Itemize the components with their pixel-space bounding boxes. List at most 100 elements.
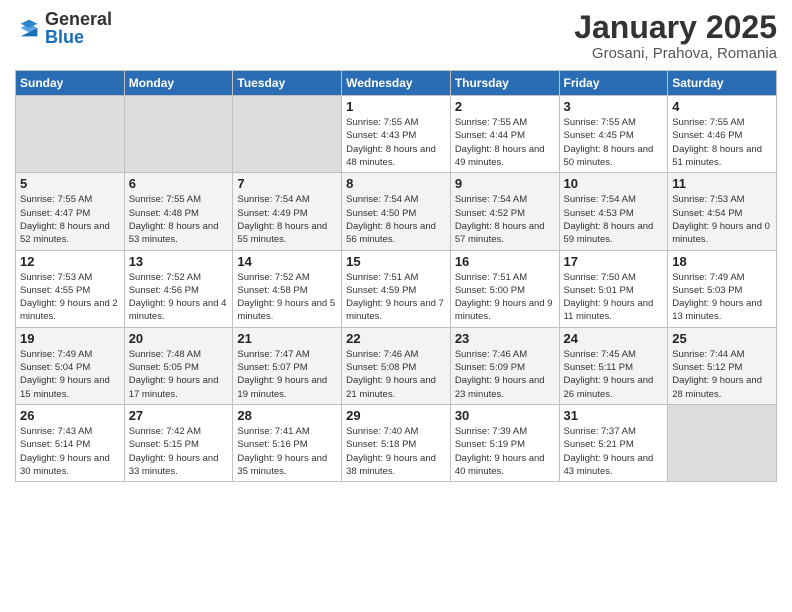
day-info: Sunrise: 7:52 AM Sunset: 4:58 PM Dayligh…: [237, 271, 337, 324]
day-info: Sunrise: 7:55 AM Sunset: 4:44 PM Dayligh…: [455, 116, 555, 169]
table-row: 29Sunrise: 7:40 AM Sunset: 5:18 PM Dayli…: [342, 404, 451, 481]
day-number: 12: [20, 254, 120, 269]
col-saturday: Saturday: [668, 71, 777, 96]
day-info: Sunrise: 7:55 AM Sunset: 4:45 PM Dayligh…: [564, 116, 664, 169]
calendar: Sunday Monday Tuesday Wednesday Thursday…: [15, 70, 777, 482]
table-row: 15 Sunrise: 7:51 AM Sunset: 4:59 PM Dayli…: [342, 250, 451, 327]
day-info: Sunrise: 7:44 AM Sunset: 5:12 PM Dayligh…: [672, 348, 772, 401]
table-row: 26 Sunrise: 7:43 AM Sunset: 5:14 PM Dayli…: [16, 404, 125, 481]
calendar-week-row: 19Sunrise: 7:49 AM Sunset: 5:04 PM Dayli…: [16, 327, 777, 404]
day-number: 20: [129, 331, 229, 346]
table-row: 22 Sunrise: 7:46 AM Sunset: 5:08 PM Dayli…: [342, 327, 451, 404]
calendar-header-row: Sunday Monday Tuesday Wednesday Thursday…: [16, 71, 777, 96]
day-number: 5: [20, 176, 120, 191]
col-wednesday: Wednesday: [342, 71, 451, 96]
table-row: 18 Sunrise: 7:49 AM Sunset: 5:03 PM Dayli…: [668, 250, 777, 327]
table-row: 13 Sunrise: 7:52 AM Sunset: 4:56 PM Dayli…: [124, 250, 233, 327]
table-row: 12 Sunrise: 7:53 AM Sunset: 4:55 PM Dayli…: [16, 250, 125, 327]
day-number: 19: [20, 331, 120, 346]
table-row: 1Sunrise: 7:55 AM Sunset: 4:43 PM Daylig…: [342, 96, 451, 173]
day-number: 14: [237, 254, 337, 269]
calendar-week-row: 26 Sunrise: 7:43 AM Sunset: 5:14 PM Dayli…: [16, 404, 777, 481]
table-row: [668, 404, 777, 481]
table-row: 7 Sunrise: 7:54 AM Sunset: 4:49 PM Daylig…: [233, 173, 342, 250]
day-number: 6: [129, 176, 229, 191]
table-row: [233, 96, 342, 173]
table-row: 9Sunrise: 7:54 AM Sunset: 4:52 PM Daylig…: [450, 173, 559, 250]
col-tuesday: Tuesday: [233, 71, 342, 96]
day-number: 1: [346, 99, 446, 114]
day-number: 22: [346, 331, 446, 346]
day-number: 30: [455, 408, 555, 423]
header: General Blue January 2025 Grosani, Praho…: [15, 10, 777, 62]
day-number: 11: [672, 176, 772, 191]
table-row: 2 Sunrise: 7:55 AM Sunset: 4:44 PM Daylig…: [450, 96, 559, 173]
table-row: 16Sunrise: 7:51 AM Sunset: 5:00 PM Dayli…: [450, 250, 559, 327]
day-info: Sunrise: 7:39 AM Sunset: 5:19 PM Dayligh…: [455, 425, 555, 478]
table-row: [124, 96, 233, 173]
day-info: Sunrise: 7:51 AM Sunset: 5:00 PM Dayligh…: [455, 271, 555, 324]
calendar-week-row: 1Sunrise: 7:55 AM Sunset: 4:43 PM Daylig…: [16, 96, 777, 173]
table-row: 20Sunrise: 7:48 AM Sunset: 5:05 PM Dayli…: [124, 327, 233, 404]
day-info: Sunrise: 7:40 AM Sunset: 5:18 PM Dayligh…: [346, 425, 446, 478]
day-info: Sunrise: 7:47 AM Sunset: 5:07 PM Dayligh…: [237, 348, 337, 401]
day-number: 2: [455, 99, 555, 114]
day-number: 7: [237, 176, 337, 191]
location-title: Grosani, Prahova, Romania: [574, 45, 777, 62]
day-number: 8: [346, 176, 446, 191]
table-row: 8 Sunrise: 7:54 AM Sunset: 4:50 PM Daylig…: [342, 173, 451, 250]
day-number: 17: [564, 254, 664, 269]
day-info: Sunrise: 7:54 AM Sunset: 4:50 PM Dayligh…: [346, 193, 446, 246]
day-number: 23: [455, 331, 555, 346]
table-row: 5 Sunrise: 7:55 AM Sunset: 4:47 PM Daylig…: [16, 173, 125, 250]
table-row: 24 Sunrise: 7:45 AM Sunset: 5:11 PM Dayli…: [559, 327, 668, 404]
col-friday: Friday: [559, 71, 668, 96]
day-info: Sunrise: 7:54 AM Sunset: 4:49 PM Dayligh…: [237, 193, 337, 246]
table-row: 21 Sunrise: 7:47 AM Sunset: 5:07 PM Dayli…: [233, 327, 342, 404]
day-number: 18: [672, 254, 772, 269]
day-number: 24: [564, 331, 664, 346]
table-row: 4 Sunrise: 7:55 AM Sunset: 4:46 PM Daylig…: [668, 96, 777, 173]
day-number: 4: [672, 99, 772, 114]
day-number: 28: [237, 408, 337, 423]
day-info: Sunrise: 7:55 AM Sunset: 4:46 PM Dayligh…: [672, 116, 772, 169]
table-row: 25Sunrise: 7:44 AM Sunset: 5:12 PM Dayli…: [668, 327, 777, 404]
calendar-week-row: 5 Sunrise: 7:55 AM Sunset: 4:47 PM Daylig…: [16, 173, 777, 250]
day-info: Sunrise: 7:53 AM Sunset: 4:55 PM Dayligh…: [20, 271, 120, 324]
logo-general-text: General: [45, 10, 112, 28]
day-number: 9: [455, 176, 555, 191]
day-info: Sunrise: 7:50 AM Sunset: 5:01 PM Dayligh…: [564, 271, 664, 324]
day-info: Sunrise: 7:55 AM Sunset: 4:47 PM Dayligh…: [20, 193, 120, 246]
table-row: 14 Sunrise: 7:52 AM Sunset: 4:58 PM Dayli…: [233, 250, 342, 327]
day-info: Sunrise: 7:52 AM Sunset: 4:56 PM Dayligh…: [129, 271, 229, 324]
day-info: Sunrise: 7:45 AM Sunset: 5:11 PM Dayligh…: [564, 348, 664, 401]
table-row: 10Sunrise: 7:54 AM Sunset: 4:53 PM Dayli…: [559, 173, 668, 250]
day-number: 21: [237, 331, 337, 346]
day-info: Sunrise: 7:43 AM Sunset: 5:14 PM Dayligh…: [20, 425, 120, 478]
month-title: January 2025: [574, 10, 777, 45]
page: General Blue January 2025 Grosani, Praho…: [0, 0, 792, 612]
day-number: 27: [129, 408, 229, 423]
table-row: 30 Sunrise: 7:39 AM Sunset: 5:19 PM Dayli…: [450, 404, 559, 481]
table-row: 31 Sunrise: 7:37 AM Sunset: 5:21 PM Dayli…: [559, 404, 668, 481]
table-row: 27Sunrise: 7:42 AM Sunset: 5:15 PM Dayli…: [124, 404, 233, 481]
logo-blue-text: Blue: [45, 28, 112, 46]
day-info: Sunrise: 7:51 AM Sunset: 4:59 PM Dayligh…: [346, 271, 446, 324]
day-info: Sunrise: 7:49 AM Sunset: 5:03 PM Dayligh…: [672, 271, 772, 324]
day-number: 26: [20, 408, 120, 423]
logo: General Blue: [15, 10, 112, 46]
day-info: Sunrise: 7:46 AM Sunset: 5:08 PM Dayligh…: [346, 348, 446, 401]
logo-text: General Blue: [45, 10, 112, 46]
day-info: Sunrise: 7:37 AM Sunset: 5:21 PM Dayligh…: [564, 425, 664, 478]
table-row: 11Sunrise: 7:53 AM Sunset: 4:54 PM Dayli…: [668, 173, 777, 250]
calendar-week-row: 12 Sunrise: 7:53 AM Sunset: 4:55 PM Dayli…: [16, 250, 777, 327]
day-number: 13: [129, 254, 229, 269]
day-number: 15: [346, 254, 446, 269]
col-thursday: Thursday: [450, 71, 559, 96]
day-info: Sunrise: 7:55 AM Sunset: 4:48 PM Dayligh…: [129, 193, 229, 246]
day-number: 31: [564, 408, 664, 423]
day-number: 10: [564, 176, 664, 191]
table-row: 17 Sunrise: 7:50 AM Sunset: 5:01 PM Dayli…: [559, 250, 668, 327]
logo-icon: [15, 14, 43, 42]
day-info: Sunrise: 7:41 AM Sunset: 5:16 PM Dayligh…: [237, 425, 337, 478]
